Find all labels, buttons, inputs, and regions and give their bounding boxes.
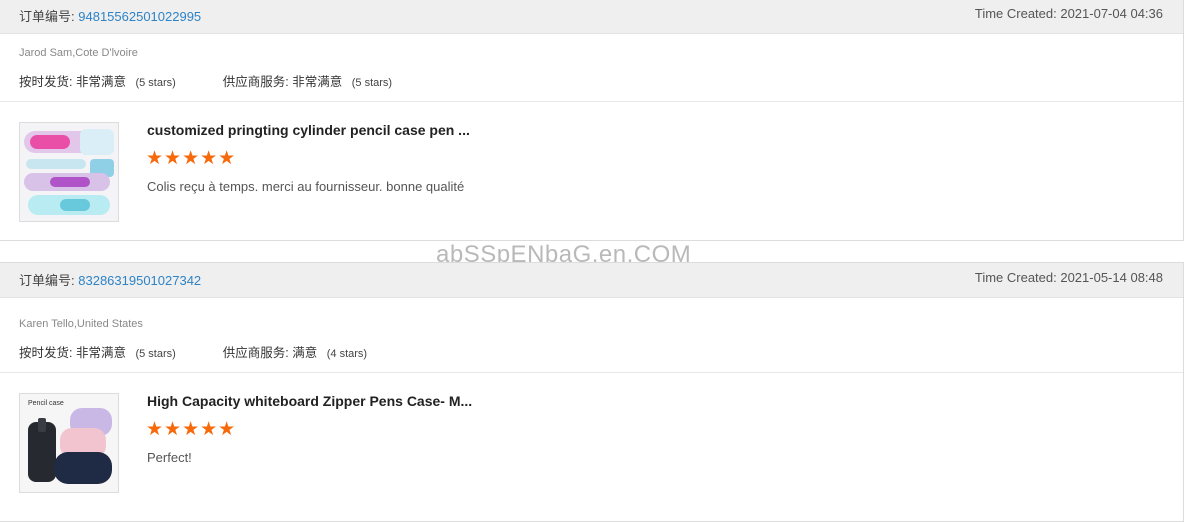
product-star-rating: ★★★★★ — [146, 148, 237, 169]
product-image: Pencil case — [20, 394, 118, 492]
product-thumbnail[interactable] — [19, 122, 119, 222]
buyer-name: Jarod Sam,Cote D'lvoire — [19, 47, 138, 59]
ontime-label: 按时发货: — [19, 75, 73, 89]
product-title[interactable]: customized pringting cylinder pencil cas… — [147, 122, 470, 138]
review-card: 订单编号: 83286319501027342 Time Created: 20… — [0, 262, 1184, 522]
review-comment: Colis reçu à temps. merci au fournisseur… — [147, 179, 465, 194]
order-label: 订单编号: — [19, 9, 75, 24]
ontime-label: 按时发货: — [19, 346, 73, 360]
product-thumbnail[interactable]: Pencil case — [19, 393, 119, 493]
product-title[interactable]: High Capacity whiteboard Zipper Pens Cas… — [147, 393, 472, 409]
service-value: 非常满意 — [292, 75, 343, 89]
divider — [0, 101, 1183, 102]
order-label: 订单编号: — [19, 273, 75, 288]
order-number-link[interactable]: 94815562501022995 — [78, 9, 201, 24]
review-comment: Perfect! — [147, 450, 192, 465]
order-info: 订单编号: 94815562501022995 — [19, 6, 201, 25]
ontime-stars: (5 stars) — [135, 77, 176, 89]
buyer-name: Karen Tello,United States — [19, 318, 143, 330]
ontime-rating: 按时发货: 非常满意 (5 stars) — [19, 342, 176, 361]
product-star-rating: ★★★★★ — [146, 419, 237, 440]
ontime-rating: 按时发货: 非常满意 (5 stars) — [19, 71, 176, 90]
service-value: 满意 — [292, 346, 318, 360]
order-header: 订单编号: 94815562501022995 Time Created: 20… — [0, 0, 1183, 34]
service-label: 供应商服务: — [222, 346, 289, 360]
time-created: Time Created: 2021-07-04 04:36 — [974, 6, 1163, 21]
order-header: 订单编号: 83286319501027342 Time Created: 20… — [0, 263, 1183, 298]
divider — [0, 372, 1183, 373]
supplier-ratings: 按时发货: 非常满意 (5 stars) 供应商服务: 非常满意 (5 star… — [19, 71, 392, 90]
ontime-stars: (5 stars) — [135, 348, 176, 360]
service-stars: (4 stars) — [326, 348, 368, 360]
ontime-value: 非常满意 — [75, 75, 126, 89]
service-rating: 供应商服务: 非常满意 (5 stars) — [223, 71, 392, 90]
review-card: 订单编号: 94815562501022995 Time Created: 20… — [0, 0, 1184, 241]
product-image — [20, 123, 118, 221]
time-created: Time Created: 2021-05-14 08:48 — [974, 270, 1163, 285]
supplier-ratings: 按时发货: 非常满意 (5 stars) 供应商服务: 满意 (4 stars) — [19, 342, 367, 361]
service-rating: 供应商服务: 满意 (4 stars) — [223, 342, 367, 361]
service-label: 供应商服务: — [222, 75, 289, 89]
order-info: 订单编号: 83286319501027342 — [19, 270, 201, 289]
order-number-link[interactable]: 83286319501027342 — [78, 273, 201, 288]
service-stars: (5 stars) — [351, 77, 393, 89]
thumb-caption: Pencil case — [28, 400, 64, 407]
ontime-value: 非常满意 — [75, 346, 126, 360]
